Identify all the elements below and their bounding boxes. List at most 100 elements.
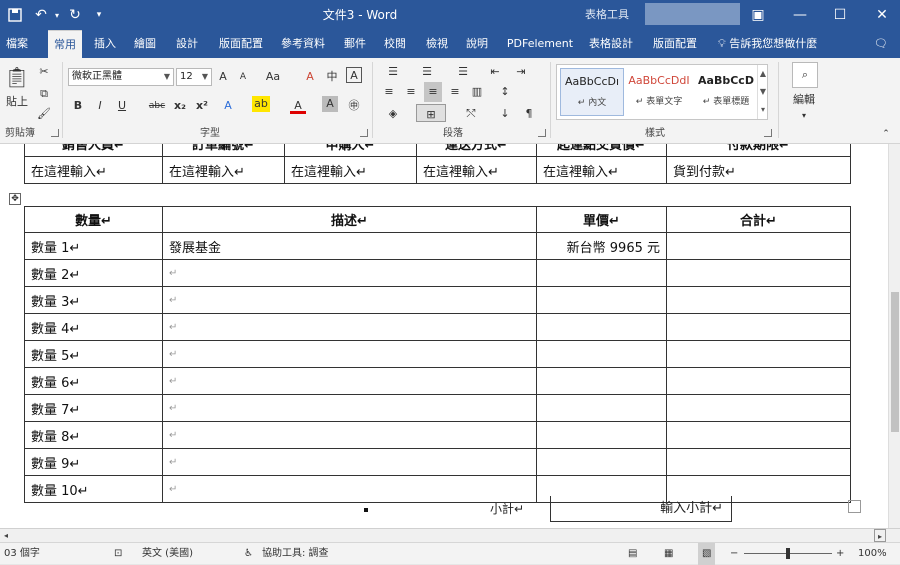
quantity-cell[interactable]: 數量 6↵ [24, 367, 163, 395]
style-form-text[interactable]: AaBbCcDdI ↵ 表單文字 [627, 68, 691, 116]
grow-font-icon[interactable]: A [216, 67, 230, 87]
save-icon[interactable] [4, 0, 26, 30]
paste-icon[interactable]: 📋︎ [4, 62, 30, 92]
accessibility-status[interactable]: 協助工具: 調查 [262, 543, 329, 565]
align-right-icon[interactable]: ≡ [424, 82, 442, 102]
table-move-handle-icon[interactable]: ✥ [9, 193, 21, 205]
multilevel-list-icon[interactable]: ☰ [448, 62, 478, 82]
font-size-combo[interactable]: 12 ▼ [176, 68, 212, 86]
quantity-cell[interactable]: 數量 5↵ [24, 340, 163, 368]
numbering-icon[interactable]: ☰ [414, 62, 440, 82]
print-layout-icon[interactable]: ▦ [664, 543, 673, 565]
tab-design[interactable]: 設計 [172, 30, 202, 58]
redo-icon[interactable]: ↻ [64, 0, 86, 30]
unit-price-cell[interactable] [536, 313, 667, 341]
table-cell[interactable]: 在這裡輸入↵ [416, 156, 537, 184]
change-case-icon[interactable]: Aa [262, 67, 284, 87]
increase-indent-icon[interactable]: ⇥ [512, 62, 530, 82]
quantity-cell[interactable]: 數量 2↵ [24, 259, 163, 287]
document-area[interactable]: 銷售人員↵ 訂單編號↵ 申購人↵ 運送方式↵ 起運點交貨價↵ 付款期限↵ 在這裡… [0, 144, 888, 528]
highlight-color-button[interactable]: ab [252, 96, 270, 112]
tab-home[interactable]: 常用 [48, 30, 82, 58]
subscript-button[interactable]: x₂ [172, 96, 188, 116]
char-shading-button[interactable]: A [322, 96, 338, 112]
tell-me-box[interactable]: 💡︎ 告訴我您想做什麼 [718, 30, 817, 58]
proofing-icon[interactable]: ⊡ [114, 543, 122, 565]
close-icon[interactable]: ✕ [864, 0, 900, 30]
paragraph-launcher-icon[interactable] [538, 129, 546, 137]
tab-insert[interactable]: 插入 [90, 30, 120, 58]
maximize-icon[interactable]: ☐ [822, 0, 858, 30]
font-launcher-icon[interactable] [360, 129, 368, 137]
text-effects-button[interactable]: A [220, 96, 236, 116]
description-cell[interactable]: ↵ [162, 448, 537, 476]
tab-table-layout[interactable]: 版面配置 [648, 30, 702, 58]
distributed-icon[interactable]: ▥ [468, 82, 486, 102]
copy-icon[interactable]: ⧉ [36, 84, 52, 104]
phonetic-guide-icon[interactable]: 中 [324, 67, 340, 87]
unit-price-cell[interactable] [536, 394, 667, 422]
align-center-icon[interactable]: ≡ [402, 82, 420, 102]
total-cell[interactable] [666, 448, 851, 476]
language-indicator[interactable]: 英文 (美國) [142, 543, 193, 565]
bold-button[interactable]: B [70, 96, 86, 116]
strikethrough-button[interactable]: abc [146, 96, 168, 116]
font-color-button[interactable]: A [290, 96, 306, 114]
table-cell[interactable]: 在這裡輸入↵ [284, 156, 417, 184]
format-painter-icon[interactable]: 🖌︎ [36, 104, 52, 124]
scroll-right-icon[interactable]: ▸ [874, 529, 886, 542]
tab-review[interactable]: 校閱 [380, 30, 410, 58]
total-cell[interactable] [666, 394, 851, 422]
web-layout-icon[interactable]: ▧ [698, 543, 716, 565]
cut-icon[interactable]: ✂ [36, 62, 52, 82]
comments-icon[interactable]: 🗨︎ [870, 30, 892, 58]
enclose-char-button[interactable]: ㊥ [346, 96, 362, 116]
styles-scroll[interactable]: ▲ ▼ ▾ [757, 65, 768, 119]
tab-references[interactable]: 參考資料 [278, 30, 328, 58]
tab-file[interactable]: 檔案 [2, 30, 32, 58]
tab-help[interactable]: 說明 [462, 30, 492, 58]
total-cell[interactable] [666, 232, 851, 260]
unit-price-cell[interactable] [536, 259, 667, 287]
description-cell[interactable]: ↵ [162, 367, 537, 395]
tab-pdfelement[interactable]: PDFelement [504, 30, 576, 58]
show-marks-icon[interactable]: ¶ [520, 104, 538, 124]
table-resize-handle[interactable] [848, 500, 861, 513]
total-cell[interactable] [666, 313, 851, 341]
horizontal-scrollbar[interactable]: ◂ ▸ [0, 528, 900, 542]
tab-view[interactable]: 檢視 [422, 30, 452, 58]
table-cell[interactable]: 在這裡輸入↵ [162, 156, 285, 184]
zoom-level[interactable]: 100% [858, 543, 887, 565]
scroll-left-icon[interactable]: ◂ [0, 529, 12, 542]
undo-icon[interactable]: ↶ [30, 0, 52, 30]
collapse-ribbon-icon[interactable]: ⌃ [878, 124, 894, 144]
char-border-icon[interactable]: A [346, 67, 362, 83]
font-name-combo[interactable]: 微軟正黑體 ▼ [68, 68, 174, 86]
style-form-heading[interactable]: AaBbCcD ↵ 表單標題 [694, 68, 758, 116]
table-cell[interactable]: 在這裡輸入↵ [24, 156, 163, 184]
unit-price-cell[interactable] [536, 421, 667, 449]
description-cell[interactable]: ↵ [162, 475, 537, 503]
tab-layout[interactable]: 版面配置 [214, 30, 268, 58]
quantity-cell[interactable]: 數量 1↵ [24, 232, 163, 260]
underline-button[interactable]: U [114, 96, 130, 116]
scroll-thumb[interactable] [891, 292, 899, 432]
paste-button[interactable]: 貼上 [2, 92, 32, 112]
description-cell[interactable]: ↵ [162, 421, 537, 449]
vertical-scrollbar[interactable] [888, 144, 900, 528]
styles-launcher-icon[interactable] [764, 129, 772, 137]
unit-price-cell[interactable]: 新台幣 9965 元 [536, 232, 667, 260]
line-spacing-icon[interactable]: ↕ [494, 82, 516, 102]
unit-price-cell[interactable] [536, 286, 667, 314]
table-cell[interactable]: 貨到付款↵ [666, 156, 851, 184]
quantity-cell[interactable]: 數量 8↵ [24, 421, 163, 449]
description-cell[interactable]: ↵ [162, 259, 537, 287]
clear-format-icon[interactable]: A [302, 67, 318, 87]
zoom-out-icon[interactable]: − [730, 543, 738, 565]
ribbon-display-icon[interactable]: ▣ [740, 0, 776, 30]
total-cell[interactable] [666, 259, 851, 287]
total-cell[interactable] [666, 340, 851, 368]
tab-mailings[interactable]: 郵件 [340, 30, 370, 58]
quantity-cell[interactable]: 數量 10↵ [24, 475, 163, 503]
description-cell[interactable]: ↵ [162, 394, 537, 422]
